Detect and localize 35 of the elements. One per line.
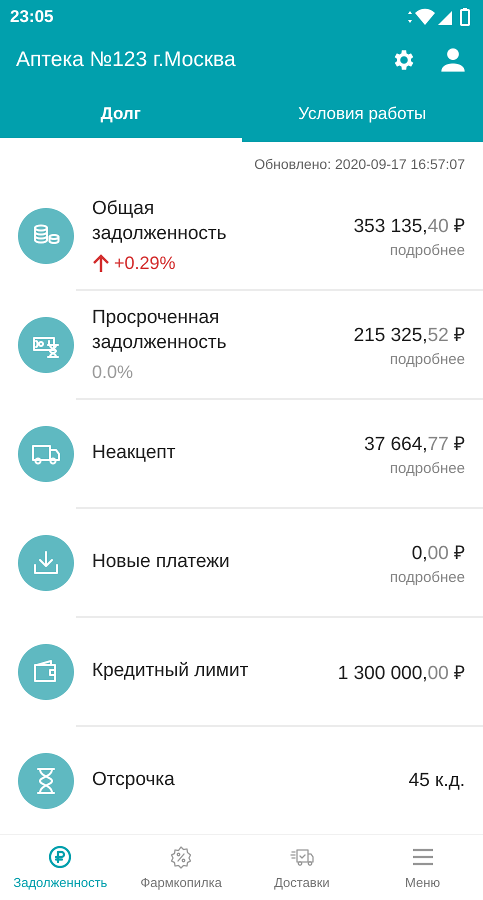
amount: 37 664,77 ₽ [364, 433, 465, 456]
updated-timestamp: Обновлено: 2020-09-17 16:57:07 [254, 156, 465, 172]
row-title: Просроченная задолженность [92, 306, 228, 355]
battery-icon [460, 8, 470, 26]
details-link[interactable]: подробнее [354, 351, 465, 368]
arrow-up-icon [92, 253, 110, 274]
change-percent: +0.29% [92, 252, 354, 274]
row-title: Новые платежи [92, 550, 231, 574]
ruble-icon [48, 845, 72, 869]
status-time: 23:05 [10, 7, 54, 27]
tab[interactable]: Условия работы [242, 86, 483, 142]
amount: 353 135,40 ₽ [354, 215, 465, 238]
nav-tab[interactable]: Доставки [242, 835, 362, 900]
details-link[interactable]: подробнее [364, 460, 465, 477]
row-title: Общая задолженность [92, 197, 228, 246]
app-title: Аптека №123 г.Москва [16, 48, 237, 72]
amount: 215 325,52 ₽ [354, 324, 465, 347]
amount: 45 к.д. [408, 770, 465, 792]
details-link[interactable]: подробнее [390, 569, 465, 586]
row-title: Неакцепт [92, 441, 176, 466]
row-title: Отсрочка [92, 768, 176, 792]
wifi-icon [415, 8, 435, 25]
change-percent: 0.0% [92, 362, 134, 383]
nav-tab[interactable]: Задолженность [0, 835, 121, 900]
details-link[interactable]: подробнее [354, 242, 465, 259]
profile-icon[interactable] [439, 46, 467, 74]
amount: 1 300 000,00 ₽ [338, 662, 465, 684]
data-arrows-icon [408, 11, 412, 23]
nav-tab[interactable]: Фармкопилка [120, 835, 242, 900]
row-title: Кредитный лимит [92, 659, 250, 684]
signal-icon [438, 11, 452, 25]
percent-badge-icon [169, 845, 194, 869]
amount: 0,00 ₽ [410, 542, 465, 565]
nav-tab[interactable]: Меню [362, 835, 483, 900]
tab[interactable]: Долг [0, 86, 242, 142]
